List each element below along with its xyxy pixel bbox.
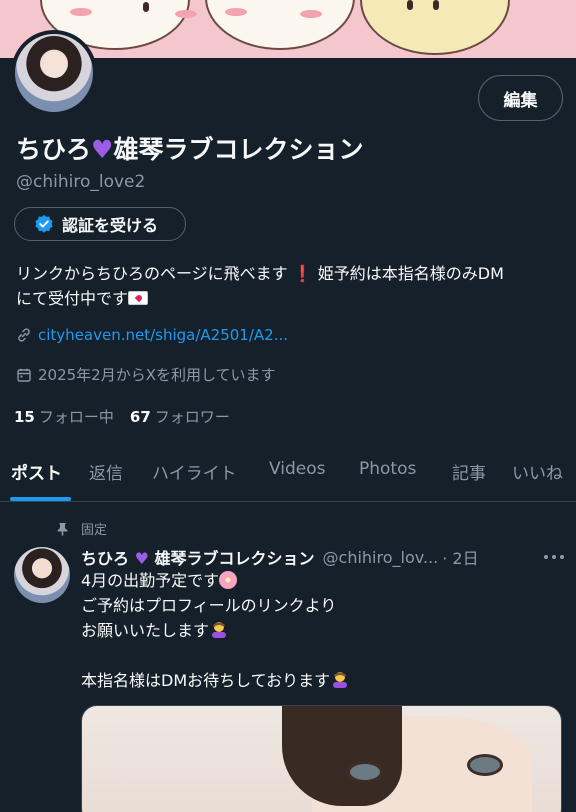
tab-photos[interactable]: Photos <box>359 459 416 479</box>
avatar-face <box>43 52 67 78</box>
joined-date: 2025年2月からXを利用しています <box>16 364 276 385</box>
followers-label: フォロワー <box>154 408 230 426</box>
photo-eye <box>347 761 383 783</box>
post-line: 4月の出勤予定です <box>81 571 220 590</box>
post-author-handle[interactable]: @chihiro_lov... <box>323 548 439 567</box>
post-line: ご予約はプロフィールのリンクより <box>81 596 337 615</box>
exclamation-icon: ❗ <box>292 264 313 283</box>
follow-stats: 15 フォロー中 67 フォロワー <box>14 406 230 427</box>
pin-icon <box>57 522 68 535</box>
photo-hair <box>282 706 402 806</box>
love-letter-icon <box>128 291 149 305</box>
get-verified-button[interactable]: 認証を受ける <box>14 207 186 241</box>
profile-handle: @chihiro_love2 <box>16 172 146 192</box>
active-tab-indicator <box>10 497 71 501</box>
banner-cheek <box>300 10 322 18</box>
followers-count: 67 <box>129 408 151 426</box>
pinned-indicator: 固定 <box>56 519 107 538</box>
display-name-part1: ちひろ <box>16 135 92 164</box>
bowing-person-icon <box>333 672 348 688</box>
post-author-name-part2: 雄琴ラブコレクション <box>154 549 315 568</box>
photo-eye <box>467 754 503 776</box>
tab-replies[interactable]: 返信 <box>89 459 123 484</box>
post-header: ちひろ ♥ 雄琴ラブコレクション @chihiro_lov... · 2日 <box>81 545 565 569</box>
display-name-part2: 雄琴ラブコレクション <box>113 135 364 164</box>
bio-text: 姫予約は本指名様のみDM <box>317 264 504 283</box>
post-body: 4月の出勤予定です ご予約はプロフィールのリンクより お願いいたします 本指名様… <box>81 568 561 693</box>
profile-link-text[interactable]: cityheaven.net/shiga/A2501/A2... <box>38 326 288 344</box>
profile-bio: リンクからちひろのページに飛べます ❗ 姫予約は本指名様のみDM にて受付中です <box>16 261 564 311</box>
display-name: ちひろ♥雄琴ラブコレクション <box>16 130 363 166</box>
banner-eye <box>143 2 149 12</box>
following-link[interactable]: 15 フォロー中 <box>14 406 114 427</box>
post-line: 本指名様はDMお待ちしております <box>81 671 331 690</box>
banner-character-2 <box>205 0 355 50</box>
tab-articles[interactable]: 記事 <box>452 459 486 484</box>
joined-text: 2025年2月からXを利用しています <box>38 366 276 384</box>
banner-eye <box>407 0 413 10</box>
link-icon <box>18 328 30 342</box>
banner-cheek <box>175 10 197 18</box>
banner-eye <box>433 0 439 10</box>
bio-text: リンクからちひろのページに飛べます <box>16 264 288 283</box>
banner-cheek <box>225 8 247 16</box>
pinned-label: 固定 <box>81 523 108 538</box>
cherry-blossom-icon <box>219 571 238 589</box>
post-author-name-part1: ちひろ <box>81 549 130 568</box>
post-author-name[interactable]: ちひろ ♥ 雄琴ラブコレクション <box>81 545 315 569</box>
post-avatar[interactable] <box>14 547 70 603</box>
purple-heart-icon: ♥ <box>129 549 155 568</box>
profile-link[interactable]: cityheaven.net/shiga/A2501/A2... <box>16 326 288 344</box>
profile-avatar[interactable] <box>11 30 97 116</box>
tab-videos[interactable]: Videos <box>269 459 326 479</box>
following-label: フォロー中 <box>38 408 114 426</box>
tab-likes[interactable]: いいね <box>512 459 563 484</box>
post-timestamp[interactable]: · 2日 <box>442 545 478 569</box>
tab-highlights[interactable]: ハイライト <box>152 459 237 484</box>
followers-link[interactable]: 67 フォロワー <box>130 406 230 427</box>
post-line: お願いいたします <box>81 621 210 640</box>
bio-text: にて受付中です <box>16 289 129 308</box>
post-image[interactable] <box>81 705 562 812</box>
tab-posts[interactable]: ポスト <box>11 459 62 484</box>
purple-heart-icon: ♥ <box>91 135 114 164</box>
banner-cheek <box>70 8 92 16</box>
bowing-person-icon <box>212 622 227 638</box>
edit-profile-button[interactable]: 編集 <box>478 75 563 121</box>
get-verified-label: 認証を受ける <box>62 216 159 235</box>
profile-tabs: ポスト 返信 ハイライト Videos Photos 記事 いいね <box>0 440 576 502</box>
verified-badge-icon <box>35 214 53 233</box>
calendar-icon <box>17 368 31 382</box>
following-count: 15 <box>14 408 35 426</box>
more-icon[interactable] <box>543 554 565 560</box>
